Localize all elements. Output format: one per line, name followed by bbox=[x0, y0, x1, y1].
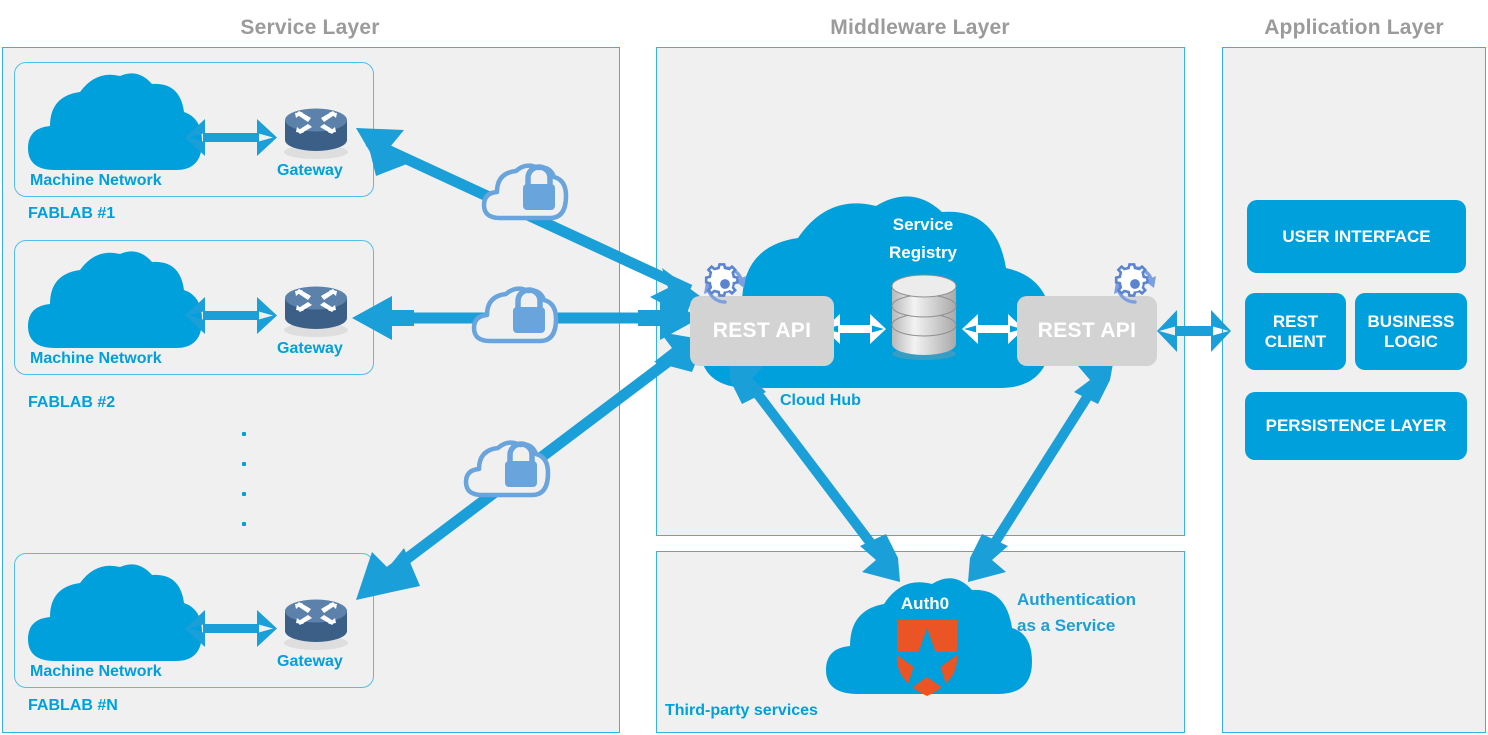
gear-refresh-icon-right bbox=[1114, 263, 1156, 304]
rest-client-line2: CLIENT bbox=[1264, 331, 1327, 351]
auth-caption-line1: Authentication bbox=[1017, 590, 1136, 609]
rest-client-line1: REST bbox=[1272, 311, 1319, 331]
cloud-hub-label: Cloud Hub bbox=[780, 392, 861, 409]
service-registry-label-line2: Registry bbox=[888, 243, 958, 262]
auth0-service-name: Auth0 bbox=[900, 594, 950, 613]
business-logic-line2: LOGIC bbox=[1384, 331, 1438, 351]
business-logic-line1: BUSINESS bbox=[1367, 311, 1455, 331]
service-registry-database-icon bbox=[891, 274, 957, 360]
app-box-business-logic[interactable]: BUSINESS LOGIC bbox=[1355, 293, 1467, 370]
auth-caption-line2: as a Service bbox=[1017, 616, 1116, 635]
diagram-canvas: Service Layer Middleware Layer Applicati… bbox=[0, 0, 1488, 735]
service-registry-label-line1: Service bbox=[892, 215, 954, 234]
app-box-rest-client[interactable]: REST CLIENT bbox=[1245, 293, 1346, 370]
app-box-persistence-layer[interactable]: PERSISTENCE LAYER bbox=[1245, 392, 1467, 460]
third-party-services-label: Third-party services bbox=[665, 702, 818, 719]
arrow-registry-to-right-restapi bbox=[962, 314, 1024, 344]
app-box-user-interface[interactable]: USER INTERFACE bbox=[1247, 200, 1466, 273]
arrow-restapi-to-rest-client bbox=[1157, 310, 1231, 352]
gear-refresh-icon-left bbox=[704, 263, 746, 304]
auth0-shield-logo bbox=[893, 620, 961, 696]
